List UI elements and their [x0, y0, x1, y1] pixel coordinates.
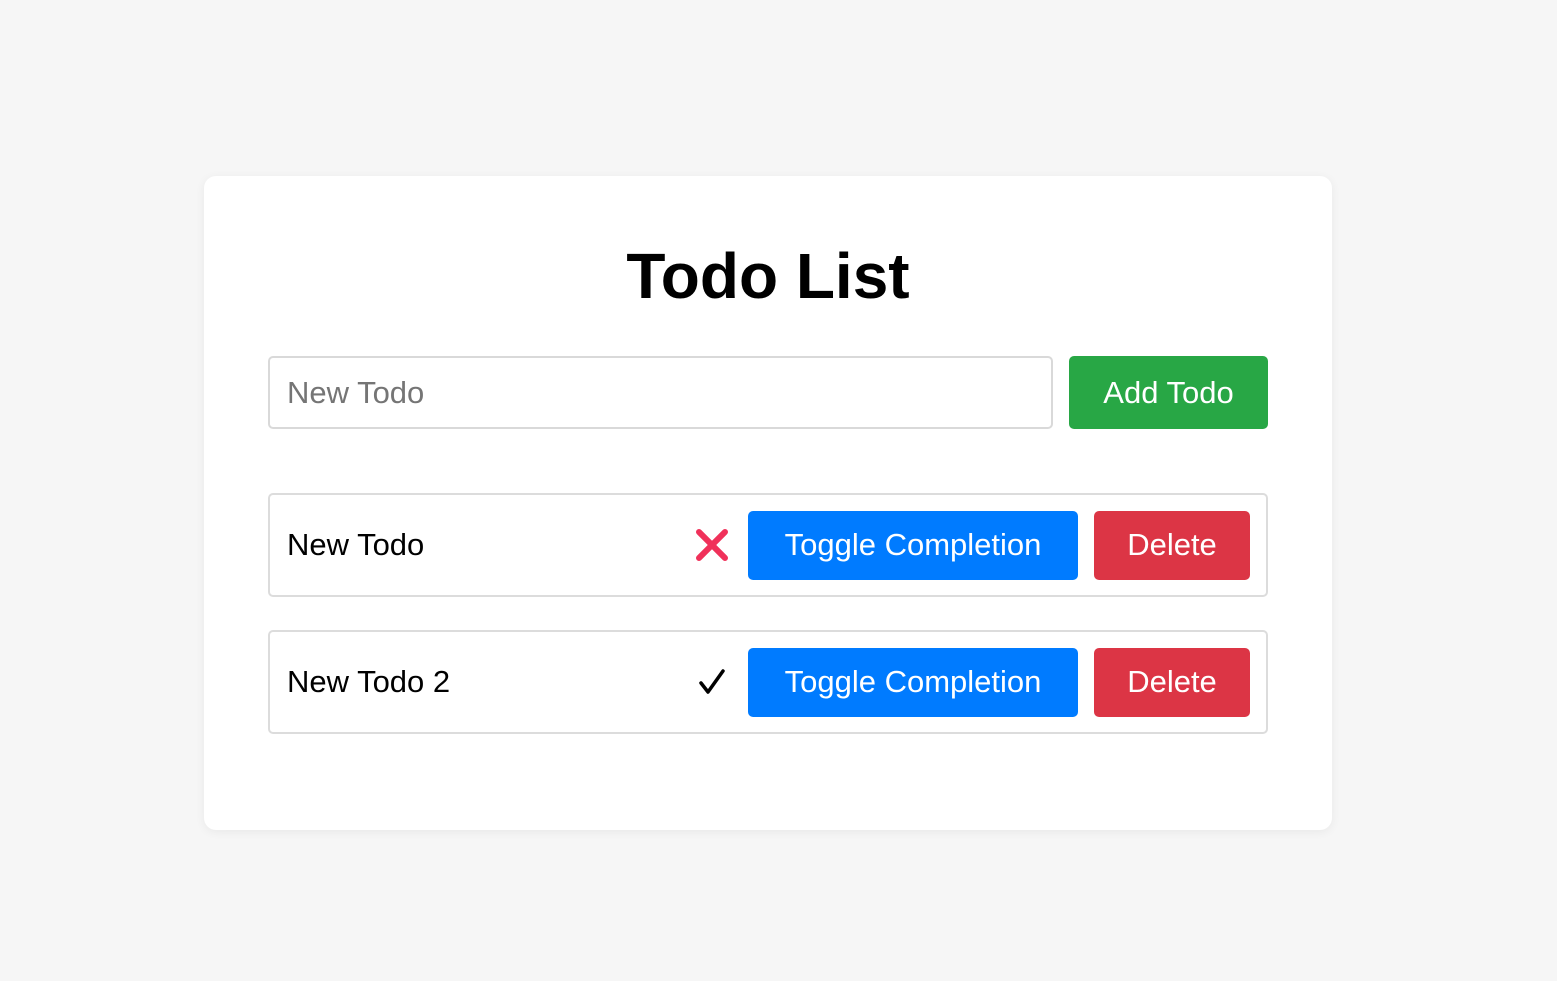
todo-item: New Todo Toggle Completion Delete	[268, 493, 1268, 597]
todo-text: New Todo	[287, 527, 425, 562]
add-todo-form: Add Todo	[268, 356, 1268, 429]
page-title: Todo List	[626, 240, 910, 312]
delete-button[interactable]: Delete	[1094, 510, 1250, 580]
add-todo-button[interactable]: Add Todo	[1069, 356, 1268, 429]
todo-card: Todo List Add Todo New Todo Toggle Compl…	[204, 176, 1332, 830]
new-todo-input[interactable]	[268, 356, 1053, 429]
toggle-completion-button[interactable]: Toggle Completion	[748, 510, 1078, 580]
todo-list: New Todo Toggle Completion Delete New To…	[268, 493, 1268, 767]
cross-mark-icon	[690, 528, 734, 562]
todo-item: New Todo 2 Toggle Completion Delete	[268, 630, 1268, 734]
todo-text: New Todo 2	[287, 664, 451, 699]
check-mark-icon	[690, 667, 734, 697]
delete-button[interactable]: Delete	[1094, 647, 1250, 717]
toggle-completion-button[interactable]: Toggle Completion	[748, 647, 1078, 717]
